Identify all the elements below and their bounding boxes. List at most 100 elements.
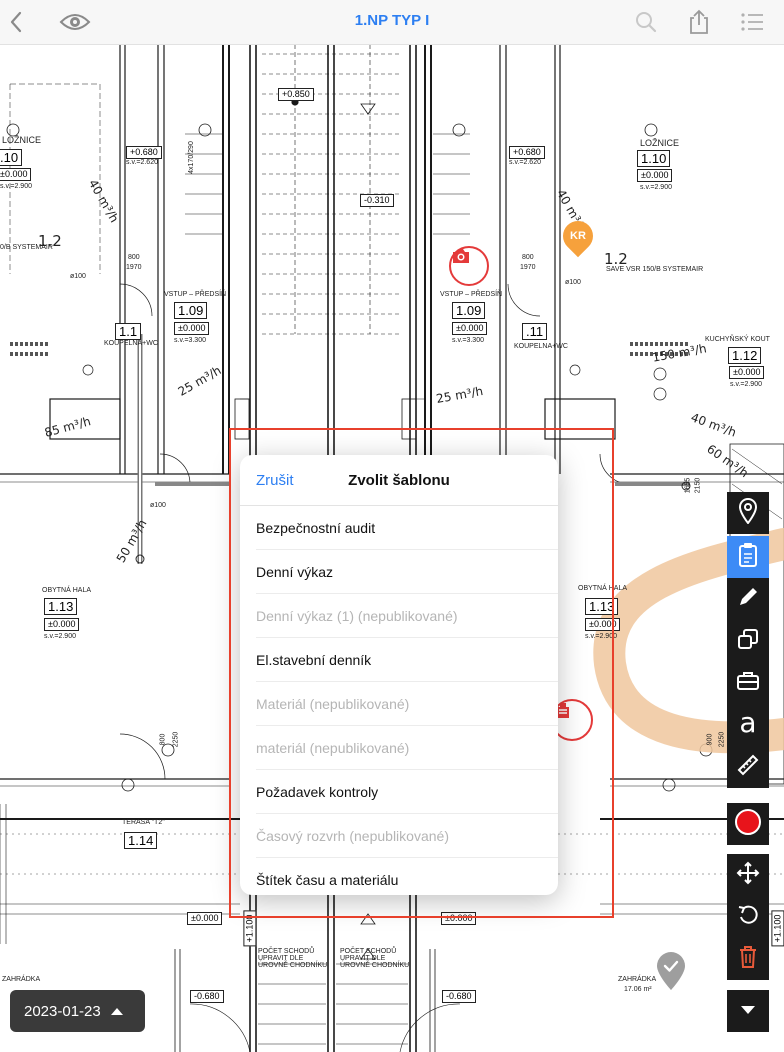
date-selector[interactable]: 2023-01-23 — [10, 990, 145, 1032]
plan-room-label: ZAHRÁDKA — [2, 976, 41, 983]
move-tool[interactable] — [727, 854, 769, 896]
pencil-tool[interactable] — [727, 578, 769, 620]
plan-room-number: 1.09 — [174, 302, 208, 319]
plan-room-level: ±0.000 — [452, 322, 488, 335]
plan-room-level: ±0.000 — [585, 618, 621, 631]
popover-header: Zrušit Zvolit šablonu — [240, 455, 558, 506]
plan-room-number: 1.12 — [728, 347, 762, 364]
plan-room-height: s.v.=3.300 — [174, 337, 206, 344]
plan-room-label: ZAHRÁDKA — [618, 976, 657, 983]
plan-room-level: ±0.000 — [0, 168, 32, 181]
plan-room-label: OBYTNÁ HALA — [578, 585, 628, 592]
plan-annotation: 800 — [128, 254, 140, 261]
move-icon — [736, 861, 760, 890]
plan-room-number: 1.10 — [637, 150, 671, 167]
template-item-unpublished: Materiál (nepublikované) — [256, 682, 558, 726]
delete-tool[interactable] — [727, 938, 769, 980]
plan-annotation: ø100 — [150, 502, 166, 509]
camera-marker[interactable] — [449, 246, 489, 286]
template-item[interactable]: Bezpečnostní audit — [256, 506, 558, 550]
checkmark-icon[interactable] — [655, 951, 687, 991]
plan-level-mark: +1.100 — [771, 910, 784, 947]
plan-room-height: s.v.=2.900 — [0, 183, 32, 190]
plan-annotation: 2250 — [172, 731, 180, 748]
page-title: 1.NP TYP I — [354, 12, 430, 29]
user-marker[interactable]: KR — [556, 214, 600, 258]
plan-annotation: 800 — [522, 254, 534, 261]
plan-annotation: SAVE VSR 150/B SYSTEMAIR — [606, 266, 704, 273]
undo-tool[interactable] — [727, 896, 769, 938]
template-item-unpublished: Časový rozvrh (nepublikované) — [256, 814, 558, 858]
template-picker-popover: Zrušit Zvolit šablonu Bezpečnostní audit… — [240, 455, 558, 895]
plan-annotation: POČET SCHODŮ UPRAVIT DLE ÚROVNĚ CHODNÍKU — [340, 948, 410, 969]
clipboard-icon — [738, 542, 758, 573]
plan-room-label: LOŽNICE — [640, 138, 680, 148]
template-item-unpublished: materiál (nepublikované) — [256, 726, 558, 770]
plan-room-label: LOŽNICE — [2, 135, 42, 145]
template-item[interactable]: Štítek času a materiálu — [256, 858, 558, 895]
plan-annotation: 0/B SYSTEMAIR — [0, 244, 53, 251]
popover-title: Zvolit šablonu — [348, 472, 450, 489]
plan-level-mark: -0.680 — [442, 990, 476, 1003]
plan-annotation: ø100 — [70, 273, 86, 280]
plan-annotation: 2150 — [694, 477, 702, 494]
plan-room-label: TERASA "T2" — [122, 819, 165, 826]
share-icon[interactable] — [685, 8, 713, 36]
shapes-icon — [737, 628, 759, 655]
plan-room-label: KOUPELNA+WC — [514, 343, 568, 350]
plan-level-mark: +0.850 — [278, 88, 314, 101]
plan-room-height: s.v.=3.300 — [452, 337, 484, 344]
text-tool[interactable]: a — [727, 704, 769, 746]
plan-room-number: 1.14 — [124, 832, 158, 849]
list-icon[interactable] — [738, 8, 766, 36]
plan-room-label: OBYTNÁ HALA — [42, 587, 92, 594]
plan-annotation: s.v.=2.620 — [509, 159, 541, 166]
location-pin-tool[interactable] — [727, 492, 769, 534]
color-picker-tool[interactable] — [727, 803, 769, 845]
plan-room-height: s.v.=2.900 — [730, 381, 762, 388]
plan-room-height: s.v.=2.900 — [44, 633, 76, 640]
plan-annotation: 900 — [706, 733, 714, 746]
plan-annotation: 800 — [159, 733, 167, 746]
text-icon: a — [739, 706, 757, 739]
chevron-up-icon — [110, 1007, 123, 1015]
shapes-tool[interactable] — [727, 620, 769, 662]
plan-annotation: ø100 — [565, 279, 581, 286]
template-item[interactable]: El.stavební denník — [256, 638, 558, 682]
plan-level-mark: +1.100 — [243, 910, 257, 947]
search-icon[interactable] — [632, 8, 660, 36]
user-initials: KR — [570, 230, 586, 242]
pencil-icon — [737, 586, 759, 613]
ruler-tool[interactable] — [727, 746, 769, 788]
template-item-unpublished: Denní výkaz (1) (nepublikované) — [256, 594, 558, 638]
undo-icon — [737, 904, 759, 931]
plan-annotation: 4x170/290 — [187, 141, 195, 174]
plan-room-level: ±0.000 — [174, 322, 210, 335]
plan-annotation: 1970 — [126, 264, 142, 271]
plan-room-level: ±0.000 — [637, 169, 673, 182]
plan-room-number: .10 — [0, 149, 23, 166]
plan-room-label: VSTUP – PŘEDSÍŇ — [164, 291, 227, 298]
plan-annotation: 1655 — [684, 477, 692, 494]
plan-level-mark: +0.680 — [126, 146, 162, 159]
plan-room-level: ±0.000 — [729, 366, 765, 379]
plan-room-height: s.v.=2.900 — [640, 184, 672, 191]
plan-room-area: 17.06 m² — [624, 986, 652, 993]
clipboard-tool[interactable] — [727, 536, 769, 578]
plan-room-number: .11 — [522, 323, 548, 340]
plan-room-number: 1.13 — [585, 598, 619, 615]
ruler-icon — [736, 753, 760, 782]
plan-room-number: 1.1 — [115, 323, 142, 340]
plan-room-level: ±0.000 — [44, 618, 80, 631]
navigation-bar: 1.NP TYP I — [0, 0, 784, 45]
location-pin-icon — [738, 497, 758, 529]
template-item[interactable]: Denní výkaz — [256, 550, 558, 594]
plan-room-number: 1.13 — [44, 598, 78, 615]
plan-level-mark: -0.310 — [360, 194, 394, 207]
toolbox-tool[interactable] — [727, 662, 769, 704]
plan-room-height: s.v.=2.900 — [585, 633, 617, 640]
template-item[interactable]: Požadavek kontroly — [256, 770, 558, 814]
color-picker-icon — [734, 808, 762, 841]
collapse-toolbar-button[interactable] — [727, 990, 769, 1032]
plan-level-mark: +0.680 — [509, 146, 545, 159]
